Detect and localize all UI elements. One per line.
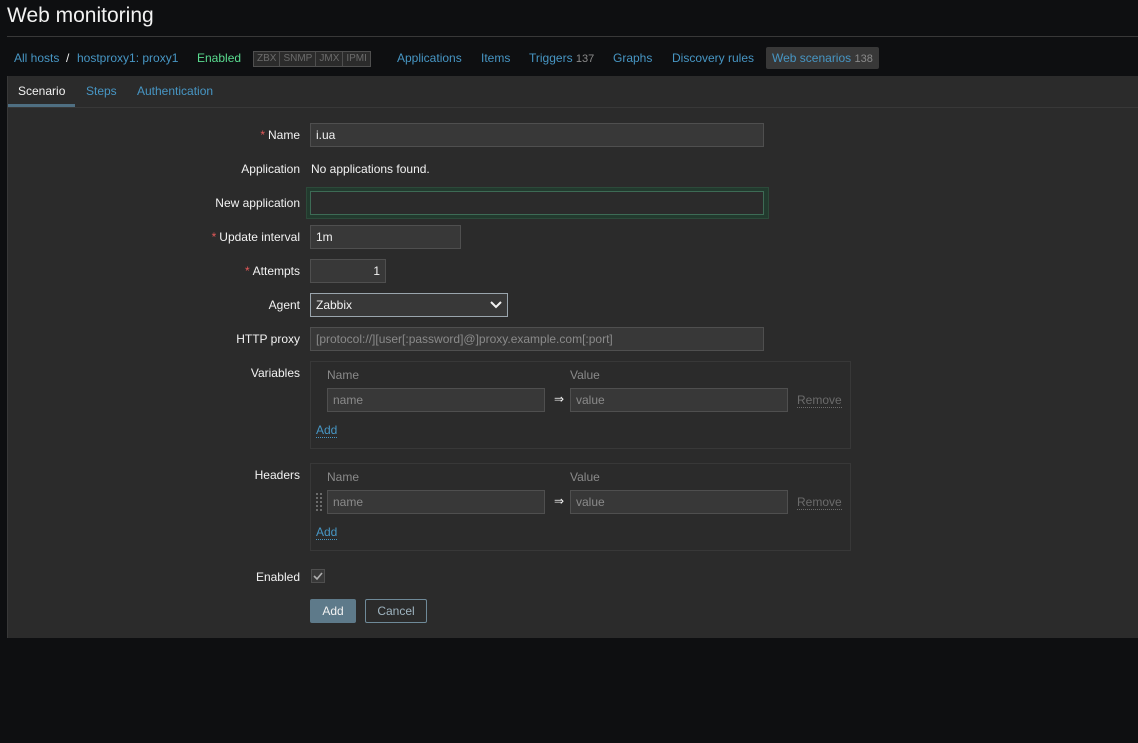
availability-badges: ZBX SNMP JMX IPMI bbox=[253, 51, 371, 67]
http-proxy-label: HTTP proxy bbox=[236, 332, 300, 346]
header-remove-button[interactable]: Remove bbox=[797, 495, 842, 510]
name-label: * Name bbox=[8, 127, 300, 143]
agent-select[interactable]: Zabbix bbox=[310, 293, 508, 317]
attempts-label-text: Attempts bbox=[252, 264, 300, 278]
headers-label: Headers bbox=[254, 468, 300, 482]
page-title: Web monitoring bbox=[7, 4, 154, 27]
variables-value-header: Value bbox=[570, 368, 600, 382]
agent-selected-value: Zabbix bbox=[316, 298, 353, 312]
triggers-nav[interactable]: Triggers 137 bbox=[529, 47, 594, 69]
application-value: No applications found. bbox=[311, 162, 430, 176]
new-application-focus-ring bbox=[306, 187, 769, 219]
jmx-badge: JMX bbox=[316, 52, 344, 66]
attempts-label: * Attempts bbox=[8, 263, 300, 279]
breadcrumb-separator: / bbox=[66, 51, 70, 65]
title-divider bbox=[7, 36, 1138, 37]
tab-scenario[interactable]: Scenario bbox=[8, 76, 76, 107]
variables-table: Name Value name ⇒ value Remove Add bbox=[310, 361, 851, 449]
chevron-down-icon bbox=[490, 301, 502, 309]
required-asterisk: * bbox=[260, 128, 265, 142]
variable-remove-button[interactable]: Remove bbox=[797, 393, 842, 408]
discovery-rules-link[interactable]: Discovery rules bbox=[672, 47, 754, 69]
cancel-button[interactable]: Cancel bbox=[365, 599, 427, 623]
headers-add-link[interactable]: Add bbox=[316, 525, 338, 540]
web-scenario-form-panel: Scenario Steps Authentication * Name i.ua… bbox=[7, 76, 1138, 638]
enabled-checkbox[interactable] bbox=[311, 569, 325, 583]
tab-steps[interactable]: Steps bbox=[76, 76, 127, 105]
name-label-text: Name bbox=[267, 128, 300, 142]
snmp-badge: SNMP bbox=[280, 52, 317, 66]
web-scenarios-nav[interactable]: Web scenarios 138 bbox=[766, 47, 879, 69]
form-tabs: Scenario Steps Authentication bbox=[8, 76, 1138, 108]
headers-name-header: Name bbox=[327, 470, 360, 484]
header-name-input[interactable]: name bbox=[327, 490, 545, 514]
arrow-icon: ⇒ bbox=[554, 392, 565, 406]
variables-add-link[interactable]: Add bbox=[316, 423, 338, 438]
host-status-enabled[interactable]: Enabled bbox=[197, 47, 241, 69]
arrow-icon: ⇒ bbox=[554, 494, 565, 508]
http-proxy-input[interactable]: [protocol://][user[:password]@]proxy.exa… bbox=[310, 327, 764, 351]
agent-label: Agent bbox=[268, 298, 300, 312]
variable-value-input[interactable]: value bbox=[570, 388, 788, 412]
header-value-input[interactable]: value bbox=[570, 490, 788, 514]
graphs-link[interactable]: Graphs bbox=[613, 47, 652, 69]
zbx-badge: ZBX bbox=[254, 52, 281, 66]
variables-label: Variables bbox=[250, 366, 300, 380]
name-input[interactable]: i.ua bbox=[310, 123, 764, 147]
headers-table: Name Value name ⇒ value Remove Add bbox=[310, 463, 851, 551]
update-interval-label-text: Update interval bbox=[219, 230, 300, 244]
new-application-input[interactable] bbox=[310, 191, 764, 215]
all-hosts-link[interactable]: All hosts bbox=[14, 47, 59, 69]
host-link[interactable]: hostproxy1: proxy1 bbox=[77, 47, 178, 69]
tab-authentication[interactable]: Authentication bbox=[127, 76, 223, 105]
update-interval-label: * Update interval bbox=[8, 229, 300, 245]
items-link[interactable]: Items bbox=[481, 47, 510, 69]
web-scenarios-count: 138 bbox=[854, 53, 873, 65]
required-asterisk: * bbox=[211, 230, 217, 244]
triggers-count: 137 bbox=[575, 53, 595, 65]
applications-link[interactable]: Applications bbox=[397, 47, 462, 69]
variables-name-header: Name bbox=[327, 368, 360, 382]
attempts-input[interactable]: 1 bbox=[310, 259, 386, 283]
update-interval-input[interactable]: 1m bbox=[310, 225, 461, 249]
headers-value-header: Value bbox=[570, 470, 600, 484]
ipmi-badge: IPMI bbox=[346, 53, 367, 64]
application-label: Application bbox=[241, 162, 300, 176]
check-icon bbox=[313, 572, 323, 581]
variable-name-input[interactable]: name bbox=[327, 388, 545, 412]
enabled-label: Enabled bbox=[255, 570, 300, 584]
add-button[interactable]: Add bbox=[310, 599, 356, 623]
web-scenarios-link[interactable]: Web scenarios bbox=[772, 51, 851, 65]
triggers-link[interactable]: Triggers bbox=[529, 51, 573, 65]
new-application-label: New application bbox=[215, 196, 300, 210]
drag-handle-icon[interactable] bbox=[316, 493, 322, 511]
required-asterisk: * bbox=[244, 264, 250, 278]
